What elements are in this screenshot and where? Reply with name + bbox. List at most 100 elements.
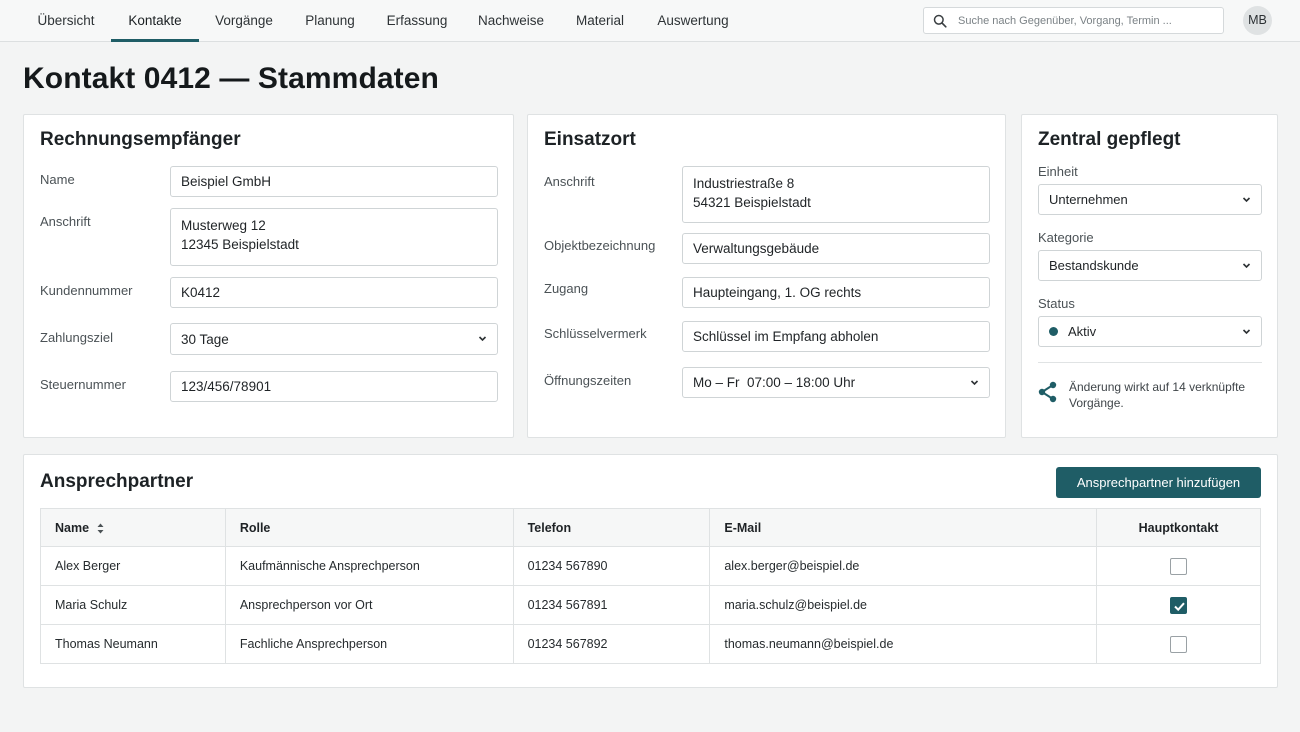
table-row: Alex Berger Kaufmännische Ansprechperson… <box>40 546 1261 586</box>
contacts-table: Name Rolle Telefon E-Mail Hauptkontakt A… <box>40 508 1261 664</box>
primary-cell <box>1096 624 1261 664</box>
tax-number-field[interactable]: 123/456/78901 <box>170 371 498 402</box>
site-address-line2: 54321 Beispielstadt <box>693 195 811 210</box>
category-value: Bestandskunde <box>1049 258 1139 273</box>
opening-hours-select[interactable]: Mo – Fr 07:00 – 18:00 Uhr <box>682 367 990 398</box>
billing-card-title: Rechnungsempfänger <box>40 129 241 150</box>
table-header-row: Name Rolle Telefon E-Mail Hauptkontakt <box>40 508 1261 547</box>
search-icon <box>933 14 947 28</box>
column-header-email: E-Mail <box>709 508 1098 547</box>
payment-term-select[interactable]: 30 Tage <box>170 323 498 355</box>
access-value: Haupteingang, 1. OG rechts <box>693 285 862 300</box>
search-box[interactable] <box>923 7 1224 34</box>
contact-phone: 01234 567892 <box>512 624 711 664</box>
category-select[interactable]: Bestandskunde <box>1038 250 1262 281</box>
tab-planung[interactable]: Planung <box>296 0 364 41</box>
billing-name-value: Beispiel GmbH <box>181 174 272 189</box>
chevron-down-icon <box>970 379 979 385</box>
billing-address-line1: Musterweg 12 <box>181 218 266 233</box>
unit-label: Einheit <box>1038 164 1078 179</box>
status-label: Status <box>1038 296 1075 311</box>
unit-value: Unternehmen <box>1049 192 1128 207</box>
top-navigation: Übersicht Kontakte Vorgänge Planung Erfa… <box>0 0 1300 42</box>
column-header-label: Name <box>55 520 90 535</box>
billing-address-line2: 12345 Beispielstadt <box>181 237 299 252</box>
site-card: Einsatzort Anschrift Industriestraße 8 5… <box>527 114 1006 438</box>
central-divider <box>1038 362 1262 363</box>
contact-phone: 01234 567891 <box>512 585 711 625</box>
access-label: Zugang <box>544 281 589 296</box>
contact-email: alex.berger@beispiel.de <box>709 546 1098 586</box>
chevron-down-icon <box>1242 262 1251 268</box>
payment-term-label: Zahlungsziel <box>40 330 113 345</box>
search-input[interactable] <box>958 12 1218 30</box>
status-indicator <box>1049 327 1058 336</box>
tab-erfassung[interactable]: Erfassung <box>380 0 454 41</box>
central-card: Zentral gepflegt Einheit Unternehmen Kat… <box>1021 114 1278 438</box>
unit-select[interactable]: Unternehmen <box>1038 184 1262 215</box>
primary-cell <box>1096 585 1261 625</box>
contact-role: Kaufmännische Ansprechperson <box>224 546 514 586</box>
primary-contact-checkbox[interactable] <box>1170 557 1188 575</box>
billing-name-label: Name <box>40 172 75 187</box>
tax-number-label: Steuernummer <box>40 377 126 392</box>
tab-nachweise[interactable]: Nachweise <box>472 0 550 41</box>
key-note-value: Schlüssel im Empfang abholen <box>693 329 879 344</box>
column-header-primary: Hauptkontakt <box>1096 508 1261 547</box>
contact-email: maria.schulz@beispiel.de <box>709 585 1098 625</box>
primary-cell <box>1096 546 1261 586</box>
share-icon <box>1038 381 1057 403</box>
opening-hours-value: Mo – Fr 07:00 – 18:00 Uhr <box>693 375 856 390</box>
tax-number-value: 123/456/78901 <box>181 379 272 394</box>
customer-number-field[interactable]: K0412 <box>170 277 498 308</box>
billing-address-field[interactable]: Musterweg 12 12345 Beispielstadt <box>170 208 498 266</box>
tab-vorgaenge[interactable]: Vorgänge <box>208 0 280 41</box>
tab-kontakte[interactable]: Kontakte <box>111 0 199 42</box>
linked-records-notice: Änderung wirkt auf 14 verknüpfte Vorgäng… <box>1069 380 1246 410</box>
sort-icon <box>97 523 104 534</box>
billing-card: Rechnungsempfänger Name Beispiel GmbH An… <box>23 114 514 438</box>
checkmark-icon <box>1174 602 1185 611</box>
table-row: Thomas Neumann Fachliche Ansprechperson … <box>40 624 1261 664</box>
site-address-label: Anschrift <box>544 174 595 189</box>
customer-number-label: Kundennummer <box>40 283 133 298</box>
key-note-field[interactable]: Schlüssel im Empfang abholen <box>682 321 990 352</box>
site-card-title: Einsatzort <box>544 129 636 150</box>
customer-number-value: K0412 <box>181 285 221 300</box>
object-value: Verwaltungsgebäude <box>693 241 820 256</box>
access-field[interactable]: Haupteingang, 1. OG rechts <box>682 277 990 308</box>
table-row: Maria Schulz Ansprechperson vor Ort 0123… <box>40 585 1261 625</box>
object-label: Objektbezeichnung <box>544 238 656 253</box>
contact-email: thomas.neumann@beispiel.de <box>709 624 1098 664</box>
status-value: Aktiv <box>1068 324 1097 339</box>
tab-material[interactable]: Material <box>568 0 632 41</box>
contact-role: Ansprechperson vor Ort <box>224 585 514 625</box>
opening-hours-label: Öffnungszeiten <box>544 373 632 388</box>
column-header-phone: Telefon <box>512 508 711 547</box>
billing-address-label: Anschrift <box>40 214 91 229</box>
contact-name: Alex Berger <box>40 546 226 586</box>
tab-auswertung[interactable]: Auswertung <box>650 0 736 41</box>
primary-contact-checkbox[interactable] <box>1170 596 1188 614</box>
site-address-line1: Industriestraße 8 <box>693 176 795 191</box>
central-card-title: Zentral gepflegt <box>1038 129 1181 150</box>
chevron-down-icon <box>478 336 487 342</box>
chevron-down-icon <box>1242 196 1251 202</box>
tab-uebersicht[interactable]: Übersicht <box>30 0 102 41</box>
billing-name-field[interactable]: Beispiel GmbH <box>170 166 498 197</box>
contact-role: Fachliche Ansprechperson <box>224 624 514 664</box>
user-avatar[interactable]: MB <box>1243 6 1272 35</box>
contact-phone: 01234 567890 <box>512 546 711 586</box>
category-label: Kategorie <box>1038 230 1094 245</box>
key-note-label: Schlüsselvermerk <box>544 326 647 341</box>
site-address-field[interactable]: Industriestraße 8 54321 Beispielstadt <box>682 166 990 223</box>
contacts-card-title: Ansprechpartner <box>40 471 194 492</box>
chevron-down-icon <box>1242 328 1251 334</box>
page-title: Kontakt 0412 — Stammdaten <box>23 62 439 95</box>
status-select[interactable]: Aktiv <box>1038 316 1262 347</box>
primary-contact-checkbox[interactable] <box>1170 635 1188 653</box>
object-field[interactable]: Verwaltungsgebäude <box>682 233 990 264</box>
payment-term-value: 30 Tage <box>181 331 229 347</box>
add-contact-button[interactable]: Ansprechpartner hinzufügen <box>1056 467 1261 498</box>
column-header-name[interactable]: Name <box>40 508 226 547</box>
